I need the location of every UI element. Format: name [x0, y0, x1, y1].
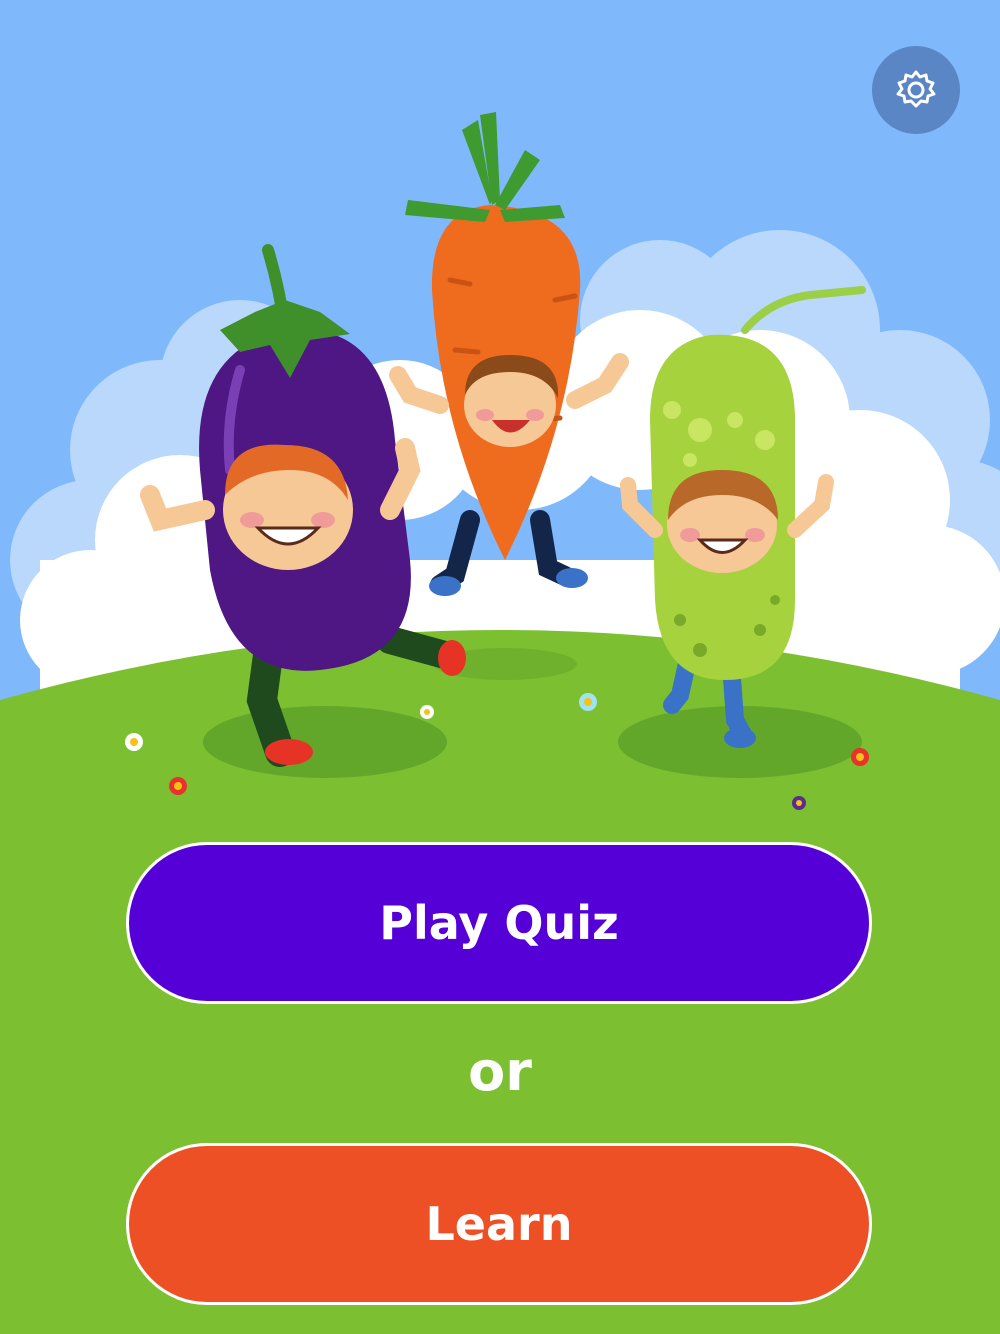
settings-button[interactable] — [872, 46, 960, 134]
learn-button[interactable]: Learn — [126, 1143, 872, 1305]
or-separator: or — [468, 1040, 532, 1103]
learn-label: Learn — [425, 1197, 573, 1251]
game-background — [0, 0, 1000, 1334]
play-quiz-button[interactable]: Play Quiz — [126, 842, 872, 1004]
play-quiz-label: Play Quiz — [379, 896, 619, 950]
gear-icon — [896, 70, 936, 108]
